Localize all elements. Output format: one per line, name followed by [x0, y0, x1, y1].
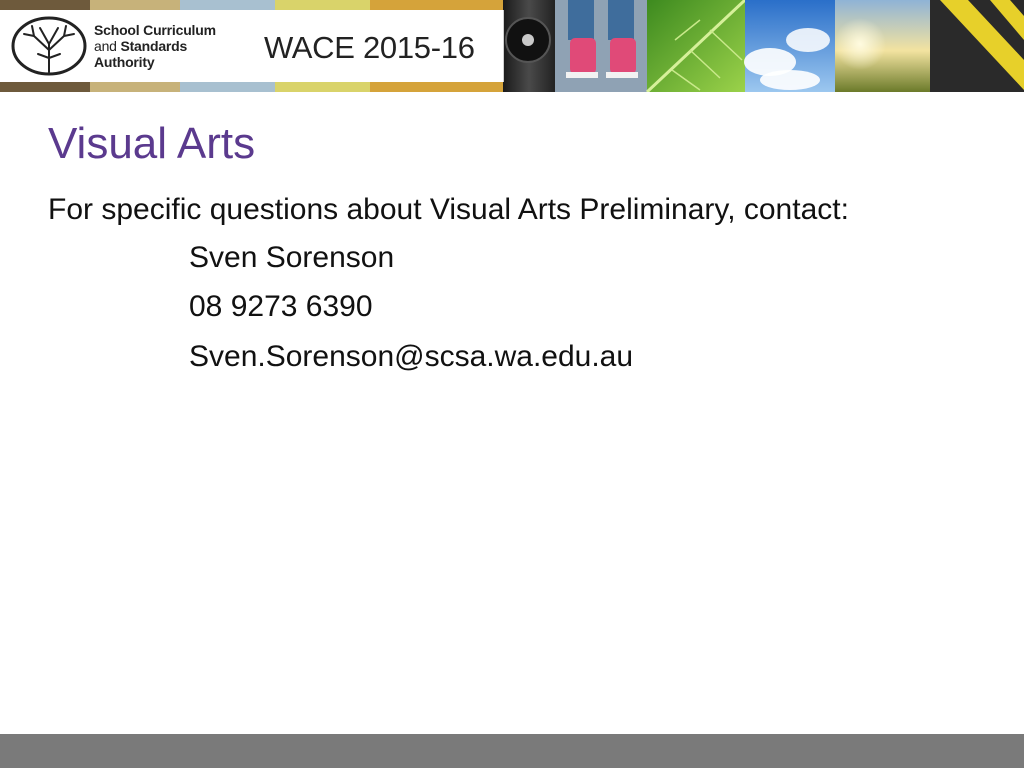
- intro-text: For specific questions about Visual Arts…: [48, 193, 849, 226]
- program-title: WACE 2015-16: [264, 30, 475, 65]
- logo-panel: School Curriculum and Standards Authorit…: [0, 10, 504, 82]
- contact-name: Sven Sorenson: [189, 241, 395, 274]
- organization-name: School Curriculum and Standards Authorit…: [94, 22, 216, 70]
- slide: School Curriculum and Standards Authorit…: [0, 0, 1024, 768]
- header-banner: School Curriculum and Standards Authorit…: [0, 0, 1024, 92]
- slide-title: Visual Arts: [48, 119, 256, 168]
- org-line-2: and Standards: [94, 38, 188, 54]
- contact-phone: 08 9273 6390: [189, 290, 373, 323]
- footer-bar: [0, 734, 1024, 768]
- contact-email: Sven.Sorenson@scsa.wa.edu.au: [189, 340, 634, 373]
- org-line-1: School Curriculum: [94, 22, 216, 38]
- tree-logo-icon: [11, 16, 87, 76]
- org-line-3: Authority: [94, 54, 155, 70]
